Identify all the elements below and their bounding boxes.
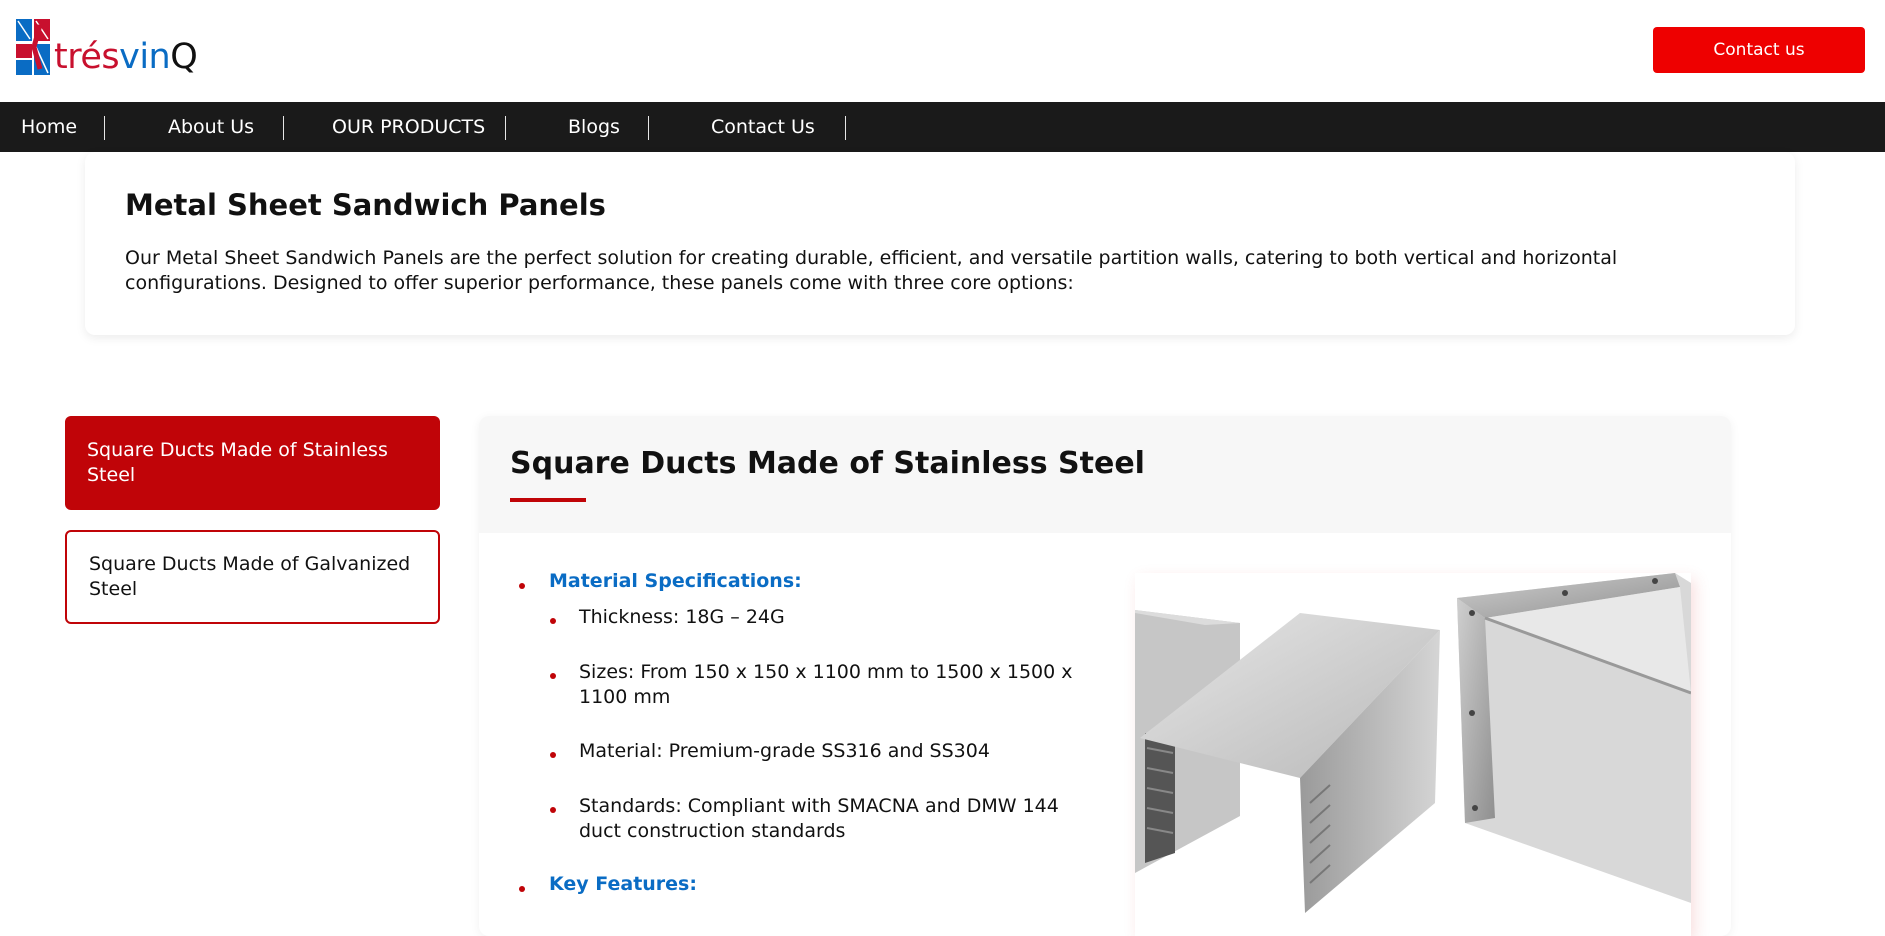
logo-mark-icon: [16, 19, 50, 75]
title-underline: [510, 498, 586, 502]
section-heading: Material Specifications:: [549, 570, 802, 592]
nav-item-home[interactable]: Home: [21, 102, 77, 152]
bullet-dot: [550, 752, 556, 758]
list-item: Thickness: 18G – 24G: [579, 606, 785, 628]
bullet-dot: [550, 618, 556, 624]
bullet-dot: [550, 673, 556, 679]
tab-galvanized-steel-ducts[interactable]: Square Ducts Made of Galvanized Steel: [65, 530, 440, 624]
bullet-dot: [519, 583, 525, 589]
nav-item-about-us[interactable]: About Us: [168, 102, 254, 152]
section-heading: Key Features:: [549, 873, 697, 895]
nav-separator: [505, 116, 506, 140]
product-photo: [1135, 573, 1691, 936]
nav-item-our-products[interactable]: OUR PRODUCTS: [332, 102, 485, 152]
nav-separator: [104, 116, 105, 140]
intro-card: Metal Sheet Sandwich Panels Our Metal Sh…: [85, 152, 1795, 335]
nav-separator: [845, 116, 846, 140]
nav-separator: [283, 116, 284, 140]
nav-separator: [648, 116, 649, 140]
main-navigation: Home About Us OUR PRODUCTS Blogs Contact…: [0, 102, 1885, 152]
bullet-dot: [550, 807, 556, 813]
panel-title: Square Ducts Made of Stainless Steel: [510, 446, 1145, 481]
nav-item-blogs[interactable]: Blogs: [568, 102, 620, 152]
intro-title: Metal Sheet Sandwich Panels: [125, 188, 606, 222]
site-header: trésvinQ Contact us: [0, 0, 1885, 102]
brand-logo[interactable]: trésvinQ: [14, 17, 204, 79]
duct-illustration: [1135, 573, 1691, 936]
list-item: Standards: Compliant with SMACNA and DMW…: [579, 795, 1059, 842]
brand-wordmark: trésvinQ: [54, 37, 198, 77]
panel-header: Square Ducts Made of Stainless Steel: [479, 416, 1731, 533]
intro-description: Our Metal Sheet Sandwich Panels are the …: [125, 247, 1618, 294]
bullet-dot: [519, 886, 525, 892]
tab-stainless-steel-ducts[interactable]: Square Ducts Made of Stainless Steel: [65, 416, 440, 510]
list-item: Sizes: From 150 x 150 x 1100 mm to 1500 …: [579, 661, 1073, 708]
list-item: Material: Premium-grade SS316 and SS304: [579, 740, 990, 762]
nav-item-contact-us[interactable]: Contact Us: [711, 102, 815, 152]
product-detail-panel: Square Ducts Made of Stainless Steel Mat…: [479, 416, 1731, 936]
contact-us-button[interactable]: Contact us: [1653, 27, 1865, 73]
